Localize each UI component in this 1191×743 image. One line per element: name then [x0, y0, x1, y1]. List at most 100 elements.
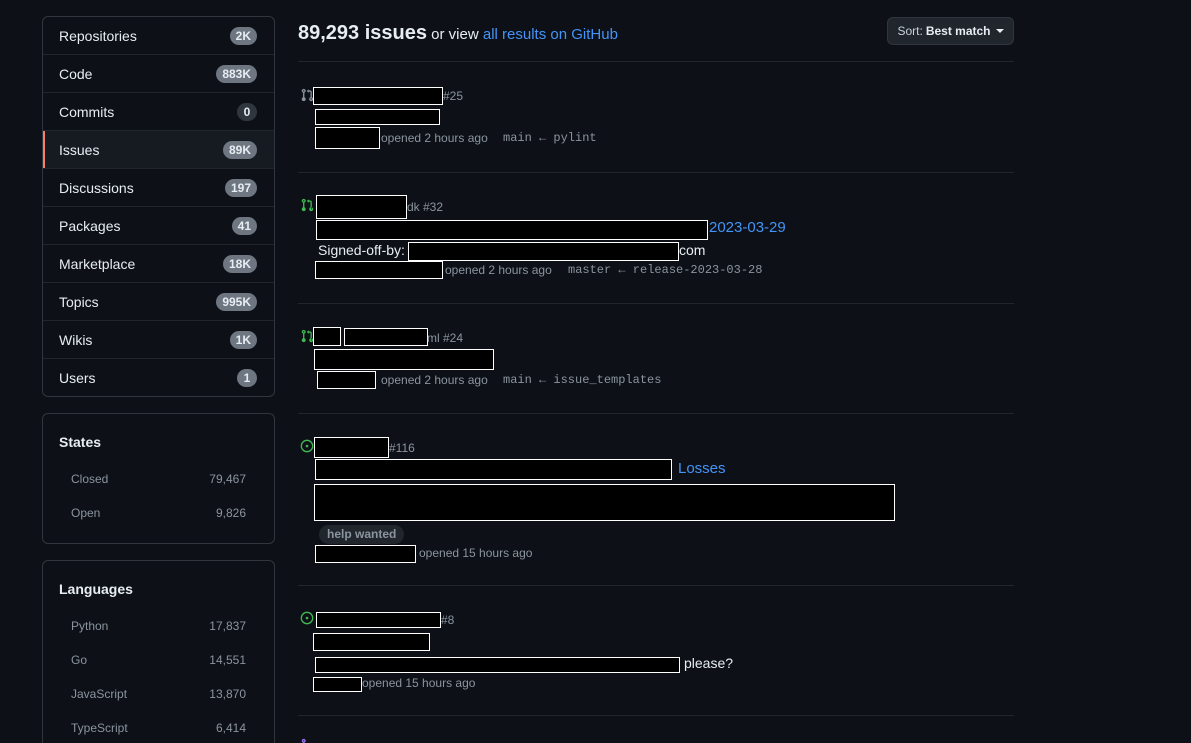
nav-item-label: Wikis — [59, 331, 93, 348]
facet-item-javascript[interactable]: JavaScript 13,870 — [59, 677, 246, 711]
redacted-repo-name — [314, 437, 389, 458]
branch-info: main ← pylint — [503, 131, 597, 145]
facet-item-label: JavaScript — [71, 687, 128, 701]
redacted-author[interactable] — [315, 127, 380, 149]
redacted-repo-name — [344, 328, 428, 346]
nav-item-marketplace[interactable]: Marketplace 18K — [43, 245, 274, 283]
search-result: #25 opened 2 hours ago main ← pylint — [298, 62, 1014, 173]
branch-info: master ← release-2023-03-28 — [568, 263, 763, 277]
nav-item-counter: 995K — [216, 292, 257, 311]
facet-item-go[interactable]: Go 14,551 — [59, 643, 246, 677]
issue-number: #116 — [389, 441, 415, 455]
nav-item-counter: 1 — [237, 369, 257, 387]
redacted-title[interactable] — [316, 220, 708, 240]
facet-item-closed[interactable]: Closed 79,467 — [59, 462, 246, 496]
redacted-title[interactable] — [313, 633, 430, 651]
result-meta: opened 2 hours ago — [381, 131, 488, 145]
redacted-author[interactable] — [315, 261, 443, 279]
nav-item-label: Issues — [59, 141, 100, 158]
nav-item-label: Repositories — [59, 27, 137, 44]
caret-down-icon — [995, 29, 1004, 33]
result-meta: opened 15 hours ago — [419, 546, 533, 560]
facet-item-label: Go — [71, 653, 88, 667]
results-summary: 89,293 issues or view all results on Git… — [298, 22, 618, 45]
redacted-title[interactable] — [315, 459, 672, 480]
nav-item-counter: 197 — [224, 178, 257, 197]
results-header: 89,293 issues or view all results on Git… — [298, 17, 1014, 62]
facet-item-count: 79,467 — [209, 472, 246, 486]
nav-item-issues[interactable]: Issues 89K — [43, 131, 274, 169]
nav-item-counter: 41 — [231, 216, 257, 235]
search-type-nav: Repositories 2K Code 883K Commits 0 Issues 8… — [42, 16, 275, 397]
nav-item-label: Discussions — [59, 179, 134, 196]
nav-item-counter: 883K — [216, 64, 257, 83]
facet-item-python[interactable]: Python 17,837 — [59, 609, 246, 643]
nav-item-commits[interactable]: Commits 0 — [43, 93, 274, 131]
facet-item-count: 13,870 — [209, 687, 246, 701]
facet-item-count: 14,551 — [209, 653, 246, 667]
nav-item-label: Code — [59, 65, 93, 82]
issue-open-icon — [300, 611, 314, 625]
redacted-title[interactable] — [315, 109, 440, 125]
nav-item-counter: 1K — [229, 330, 257, 349]
redacted-body — [408, 242, 679, 261]
search-result: #116 Losses help wanted opened 15 hours … — [298, 414, 1014, 586]
redacted-title[interactable] — [314, 349, 494, 370]
nav-item-wikis[interactable]: Wikis 1K — [43, 321, 274, 359]
facet-item-label: Python — [71, 619, 109, 633]
nav-item-label: Marketplace — [59, 255, 136, 272]
languages-facet: Languages Python 17,837 Go 14,551 JavaScri… — [42, 560, 275, 743]
nav-item-users[interactable]: Users 1 — [43, 359, 274, 396]
nav-item-counter: 0 — [237, 102, 257, 121]
facet-item-open[interactable]: Open 9,826 — [59, 496, 246, 530]
body-prefix: Signed-off-by: — [318, 242, 405, 258]
redacted-repo-name — [316, 612, 441, 628]
body-suffix: please? — [684, 655, 734, 671]
facet-item-typescript[interactable]: TypeScript 6,414 — [59, 711, 246, 743]
nav-item-label: Commits — [59, 103, 115, 120]
redacted-author[interactable] — [315, 545, 416, 563]
result-meta: opened 15 hours ago — [362, 676, 476, 690]
sort-button[interactable]: Sort: Best match — [887, 17, 1014, 45]
sort-prefix: Sort: — [897, 24, 923, 38]
all-results-link[interactable]: all results on GitHub — [483, 26, 618, 43]
body-suffix: com — [679, 242, 706, 258]
nav-item-counter: 89K — [222, 140, 257, 159]
results-count: 89,293 issues — [298, 22, 427, 44]
redacted-author[interactable] — [317, 371, 376, 389]
or-view-text: or view — [431, 26, 479, 43]
title-link-text[interactable]: Losses — [678, 460, 726, 477]
issue-open-icon — [300, 439, 314, 453]
redacted-body — [314, 484, 895, 521]
redacted-author[interactable] — [313, 677, 362, 692]
issue-number: #8 — [441, 613, 455, 627]
pull-request-icon — [301, 88, 314, 102]
result-meta: opened 2 hours ago — [381, 373, 488, 387]
pull-request-icon — [301, 738, 306, 743]
issue-label[interactable]: help wanted — [319, 525, 405, 544]
branch-info: main ← issue_templates — [503, 373, 662, 387]
nav-item-repositories[interactable]: Repositories 2K — [43, 17, 274, 55]
redacted-repo-name — [313, 87, 443, 105]
search-result: ml #24 opened 2 hours ago main ← issue_t… — [298, 304, 1014, 414]
facet-item-label: TypeScript — [71, 721, 128, 735]
nav-item-label: Topics — [59, 293, 99, 310]
facet-item-count: 9,826 — [215, 506, 246, 520]
pull-request-icon — [301, 329, 314, 343]
redacted-body — [315, 657, 680, 673]
nav-item-packages[interactable]: Packages 41 — [43, 207, 274, 245]
facet-item-label: Open — [71, 506, 101, 520]
facet-item-label: Closed — [71, 472, 109, 486]
nav-item-counter: 18K — [222, 254, 257, 273]
nav-item-code[interactable]: Code 883K — [43, 55, 274, 93]
facet-title: States — [59, 434, 102, 450]
nav-item-counter: 2K — [229, 26, 257, 45]
issue-number: dk #32 — [407, 200, 444, 214]
nav-item-topics[interactable]: Topics 995K — [43, 283, 274, 321]
result-meta: opened 2 hours ago — [445, 263, 552, 277]
title-link-text[interactable]: 2023-03-29 — [709, 219, 786, 236]
nav-item-label: Packages — [59, 217, 121, 234]
redacted-repo-name — [316, 195, 407, 219]
redacted-owner — [313, 327, 341, 346]
nav-item-discussions[interactable]: Discussions 197 — [43, 169, 274, 207]
